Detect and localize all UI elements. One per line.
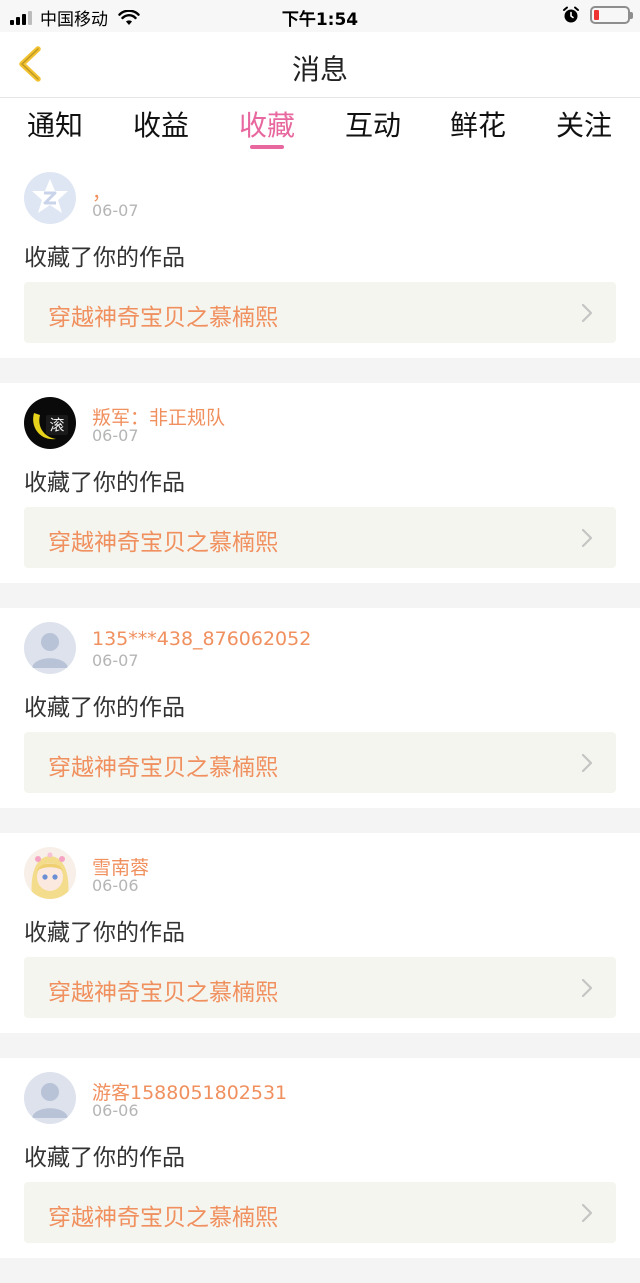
default-user-avatar-icon[interactable] [24,622,76,674]
message-item: 135***438_876062052 06-07 收藏了你的作品 穿越神奇宝贝… [0,608,640,808]
message-date: 06-06 [92,1101,139,1120]
chevron-right-icon [581,978,593,998]
status-right [562,6,633,24]
chevron-right-icon [581,303,593,323]
message-date: 06-07 [92,201,139,220]
work-link[interactable]: 穿越神奇宝贝之慕楠熙 [24,507,616,568]
message-action: 收藏了你的作品 [24,1145,185,1171]
work-link[interactable]: 穿越神奇宝贝之慕楠熙 [24,732,616,793]
message-action: 收藏了你的作品 [24,695,185,721]
tab-follow[interactable]: 关注 [534,104,634,144]
alarm-icon [563,6,579,23]
svg-text:滚: 滚 [49,416,64,434]
status-time: 下午1:54 [281,10,359,30]
work-title: 穿越神奇宝贝之慕楠熙 [48,530,278,556]
message-date: 06-07 [92,426,139,445]
nav-bar: 消息 [0,32,640,98]
chevron-right-icon [581,528,593,548]
message-action: 收藏了你的作品 [24,920,185,946]
default-user-avatar-icon[interactable] [24,1072,76,1124]
tab-earnings[interactable]: 收益 [111,104,211,144]
work-title: 穿越神奇宝贝之慕楠熙 [48,755,278,781]
message-item: ， 06-07 收藏了你的作品 穿越神奇宝贝之慕楠熙 [0,158,640,358]
tab-notification[interactable]: 通知 [5,104,105,144]
dark-moon-avatar-icon[interactable]: 滚 [24,397,76,449]
message-item: 滚 叛军：非正规队 06-07 收藏了你的作品 穿越神奇宝贝之慕楠熙 [0,383,640,583]
tab-flowers[interactable]: 鲜花 [428,104,528,144]
work-link[interactable]: 穿越神奇宝贝之慕楠熙 [24,957,616,1018]
chevron-right-icon [581,1203,593,1223]
battery-icon [590,6,633,24]
tab-favorites[interactable]: 收藏 [217,104,317,144]
chevron-right-icon [581,753,593,773]
message-item: 游客1588051802531 06-06 收藏了你的作品 穿越神奇宝贝之慕楠熙 [0,1058,640,1258]
work-link[interactable]: 穿越神奇宝贝之慕楠熙 [24,282,616,343]
user-name[interactable]: 135***438_876062052 [92,628,311,650]
anime-girl-avatar-icon[interactable] [24,847,76,899]
work-title: 穿越神奇宝贝之慕楠熙 [48,1205,278,1231]
work-link[interactable]: 穿越神奇宝贝之慕楠熙 [24,1182,616,1243]
message-item: 雪南蓉 06-06 收藏了你的作品 穿越神奇宝贝之慕楠熙 [0,833,640,1033]
qq-default-avatar-icon[interactable] [24,172,76,224]
message-action: 收藏了你的作品 [24,245,185,271]
message-list: ， 06-07 收藏了你的作品 穿越神奇宝贝之慕楠熙 滚 叛军：非正规队 06-… [0,158,640,1283]
active-tab-indicator [250,145,284,149]
message-tabs: 通知 收益 收藏 互动 鲜花 关注 [0,98,640,158]
message-date: 06-06 [92,876,139,895]
message-date: 06-07 [92,651,139,670]
work-title: 穿越神奇宝贝之慕楠熙 [48,305,278,331]
status-bar: 中国移动 下午1:54 [0,0,640,32]
message-action: 收藏了你的作品 [24,470,185,496]
tab-interaction[interactable]: 互动 [323,104,423,144]
page-title: 消息 [291,53,348,86]
work-title: 穿越神奇宝贝之慕楠熙 [48,980,278,1006]
